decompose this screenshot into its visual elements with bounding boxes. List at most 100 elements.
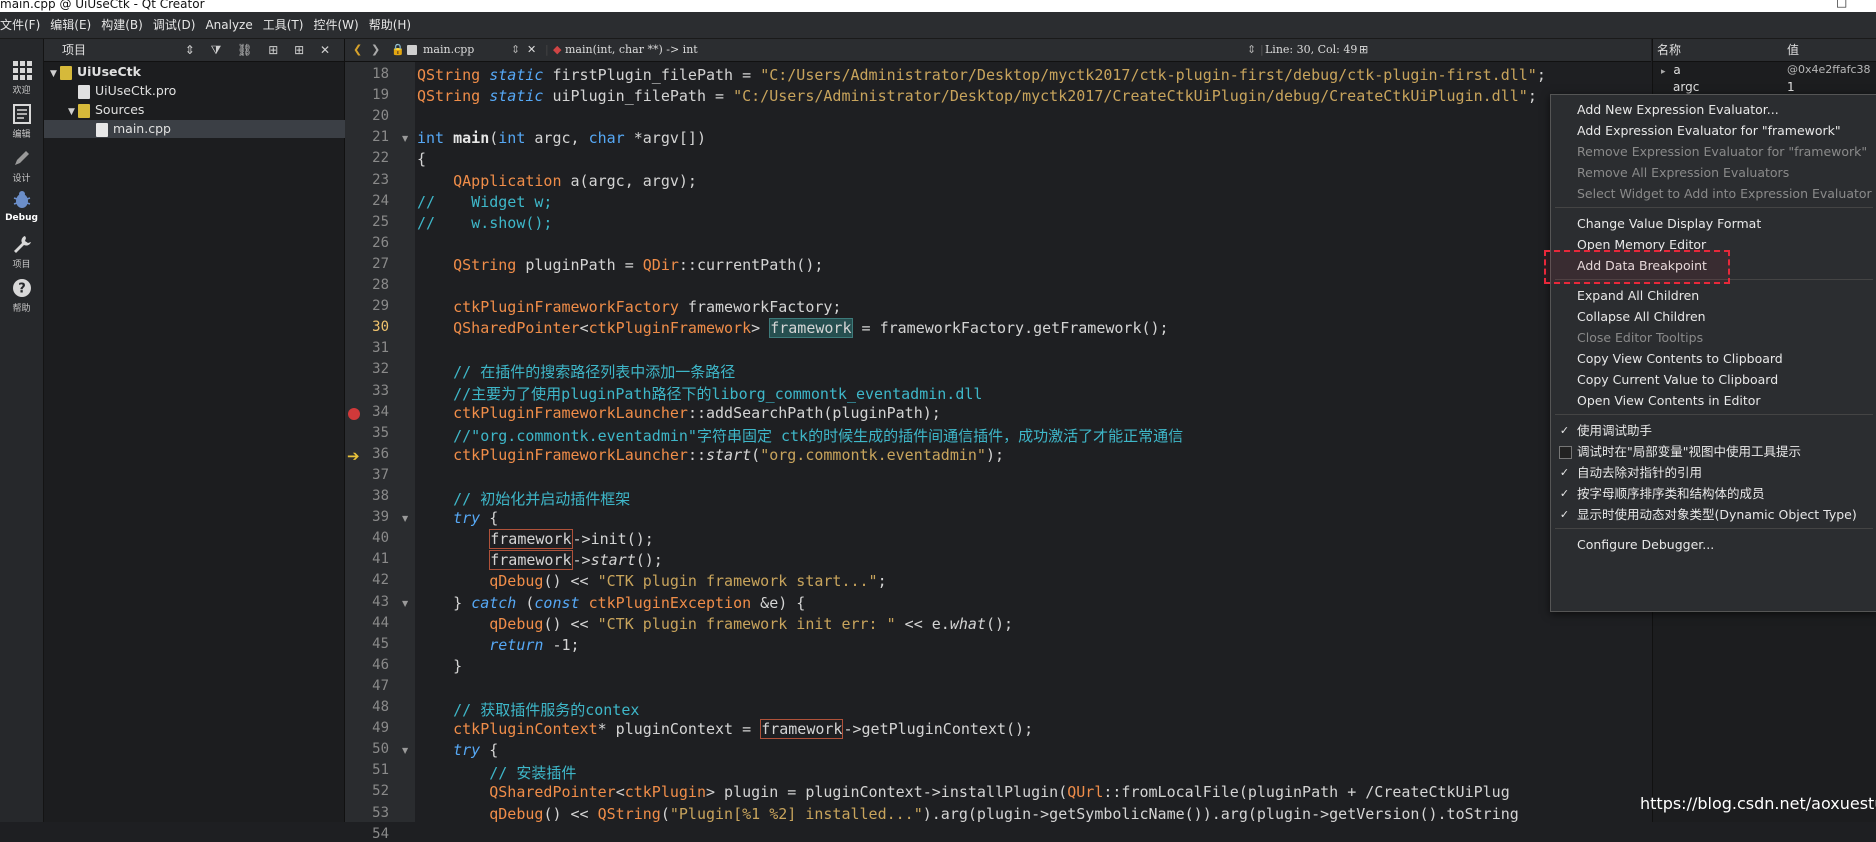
- code-line[interactable]: // 安装插件: [417, 762, 576, 783]
- code-line[interactable]: framework->init();: [417, 529, 654, 550]
- line-number: 53: [372, 804, 389, 821]
- breakpoint-icon[interactable]: [348, 407, 360, 420]
- checkbox-icon[interactable]: [1559, 446, 1572, 459]
- close-editor-icon[interactable]: ✕: [527, 39, 536, 61]
- line-number: 54: [372, 825, 389, 842]
- fold-arrow-icon[interactable]: ▼: [402, 599, 408, 608]
- line-number: 37: [372, 466, 389, 483]
- menu-item[interactable]: 控件(W): [308, 12, 363, 38]
- code-line[interactable]: ctkPluginFrameworkFactory frameworkFacto…: [417, 298, 841, 316]
- code-line[interactable]: //"org.commontk.eventadmin"字符串固定 ctk的时候生…: [417, 425, 1183, 446]
- checkbox-icon[interactable]: ✓: [1559, 467, 1570, 478]
- code-line[interactable]: int main(int argc, char *argv[]): [417, 129, 706, 147]
- fold-arrow-icon[interactable]: ▼: [402, 514, 408, 523]
- code-line[interactable]: try {: [417, 741, 498, 759]
- mode-debug[interactable]: Debug: [0, 189, 43, 223]
- code-line[interactable]: // 初始化并启动插件框架: [417, 488, 630, 509]
- editor-gutter[interactable]: 18 19 20 21 ▼ 22 23 24 25 26 27 28 29 30 31 32 33 34 35 36 ➔…: [345, 62, 415, 842]
- checkbox-icon[interactable]: ✓: [1559, 425, 1570, 436]
- code-line[interactable]: ctkPluginFrameworkLauncher::addSearchPat…: [417, 404, 941, 422]
- menu-item[interactable]: 文件(F): [0, 12, 45, 38]
- name-column-header[interactable]: 名称: [1657, 39, 1681, 61]
- highlight-box: [1544, 250, 1730, 284]
- code-line[interactable]: QSharedPointer<ctkPlugin> plugin = plugi…: [417, 783, 1510, 801]
- code-line[interactable]: ctkPluginContext* pluginContext = framew…: [417, 719, 1033, 740]
- debugger-context-menu: Add New Expression Evaluator... Add Expre…: [1550, 94, 1876, 612]
- checkbox-icon[interactable]: ✓: [1559, 488, 1570, 499]
- mode-button[interactable]: 欢迎: [0, 59, 43, 96]
- code-line[interactable]: }: [417, 657, 462, 675]
- forward-icon[interactable]: ❯: [371, 39, 380, 61]
- code-line[interactable]: QString pluginPath = QDir::currentPath()…: [417, 256, 823, 274]
- help-icon: ?: [11, 277, 33, 299]
- line-number: 29: [372, 298, 389, 315]
- line-number: 22: [372, 150, 389, 167]
- code-line[interactable]: qDebug() << "CTK plugin framework start.…: [417, 572, 886, 590]
- code-line[interactable]: qDebug() << "CTK plugin framework init e…: [417, 615, 1013, 633]
- tree-expand-icon[interactable]: ▼: [68, 103, 78, 121]
- mode-button[interactable]: 项目: [0, 233, 43, 270]
- menu-item-15[interactable]: Open View Contents in Editor: [1577, 389, 1761, 413]
- watch-row-a[interactable]: ▸ a: [1661, 62, 1681, 78]
- menu-item[interactable]: Analyze: [200, 12, 257, 38]
- menu-item[interactable]: 调试(D): [148, 12, 201, 38]
- tree-item[interactable]: ▼ UiUseCtk: [50, 63, 141, 81]
- code-line[interactable]: //主要为了使用pluginPath路径下的liborg_commontk_ev…: [417, 383, 982, 404]
- code-line[interactable]: // 获取插件服务的contex: [417, 699, 639, 720]
- fold-arrow-icon[interactable]: ▼: [402, 746, 408, 755]
- line-number: 26: [372, 234, 389, 251]
- code-line[interactable]: // Widget w;: [417, 193, 552, 211]
- code-line[interactable]: QString static uiPlugin_filePath = "C:/U…: [417, 87, 1537, 105]
- code-line[interactable]: QString static firstPlugin_filePath = "C…: [417, 66, 1546, 84]
- code-line[interactable]: {: [417, 150, 426, 168]
- code-line[interactable]: framework->start();: [417, 550, 663, 571]
- code-line[interactable]: // w.show();: [417, 214, 552, 232]
- mode-button[interactable]: ? 帮助: [0, 277, 43, 314]
- menu-item[interactable]: 帮助(H): [364, 12, 416, 38]
- tree-item[interactable]: UiUseCtk.pro: [68, 82, 176, 100]
- checkbox-icon[interactable]: ✓: [1559, 509, 1570, 520]
- code-line[interactable]: try {: [417, 509, 498, 527]
- mode-label: 设计: [12, 174, 31, 184]
- code-line[interactable]: ctkPluginFrameworkLauncher::start("org.c…: [417, 446, 1004, 464]
- menu-item-23[interactable]: Configure Debugger...: [1577, 533, 1714, 557]
- code-editor[interactable]: QString static firstPlugin_filePath = "C…: [415, 62, 1651, 822]
- tree-item[interactable]: ▼ Sources: [68, 101, 144, 119]
- code-line[interactable]: return -1;: [417, 636, 579, 654]
- line-number: 44: [372, 614, 389, 631]
- line-number: 35: [372, 424, 389, 441]
- bug-icon: [11, 189, 33, 211]
- fold-arrow-icon[interactable]: ▼: [402, 134, 408, 143]
- line-number: 20: [372, 108, 389, 125]
- maximize-icon[interactable]: □: [1836, 0, 1847, 8]
- lock-icon: 🔒: [391, 43, 405, 56]
- line-number: 43: [372, 593, 389, 610]
- code-line[interactable]: QApplication a(argc, argv);: [417, 172, 697, 190]
- line-number: 46: [372, 656, 389, 673]
- mode-label: 项目: [12, 260, 31, 270]
- value-column-header[interactable]: 值: [1787, 39, 1799, 61]
- code-line[interactable]: qDebug() << QString("Plugin[%1_%2] insta…: [417, 805, 1519, 823]
- menu-item-4: Select Widget to Add into Expression Eva…: [1577, 186, 1872, 201]
- line-number: 25: [372, 213, 389, 230]
- code-line[interactable]: QSharedPointer<ctkPluginFramework> frame…: [417, 318, 1169, 339]
- mode-button[interactable]: 编辑: [0, 103, 43, 140]
- menu-item[interactable]: 工具(T): [258, 12, 309, 38]
- file-dropdown-icon[interactable]: ⇕: [511, 39, 520, 61]
- menu-item-21[interactable]: 显示时使用动态对象类型(Dynamic Object Type): [1577, 503, 1857, 527]
- panel-tool-icons[interactable]: ⇕ ⧩ ⛓ ⊞ ⊞ ✕: [185, 39, 336, 61]
- code-line[interactable]: // 在插件的搜索路径列表中添加一条路径: [417, 361, 735, 382]
- open-file-name[interactable]: main.cpp: [423, 39, 474, 61]
- back-icon[interactable]: ❮: [353, 39, 362, 61]
- line-number: 32: [372, 361, 389, 378]
- menu-item[interactable]: 编辑(E): [45, 12, 96, 38]
- function-selector[interactable]: main(int, char **) -> int: [565, 39, 698, 61]
- menu-item[interactable]: 构建(B): [96, 12, 148, 38]
- tree-expand-icon[interactable]: ▼: [50, 65, 60, 83]
- symbol-dropdown-icon[interactable]: ⇕: [1247, 39, 1256, 61]
- tree-item[interactable]: main.cpp: [44, 120, 386, 138]
- split-editor-icon[interactable]: ⊞: [1359, 39, 1368, 61]
- code-line[interactable]: } catch (const ctkPluginException &e) {: [417, 594, 805, 612]
- mode-button[interactable]: 设计: [0, 147, 43, 184]
- expand-icon[interactable]: ▸: [1661, 67, 1666, 77]
